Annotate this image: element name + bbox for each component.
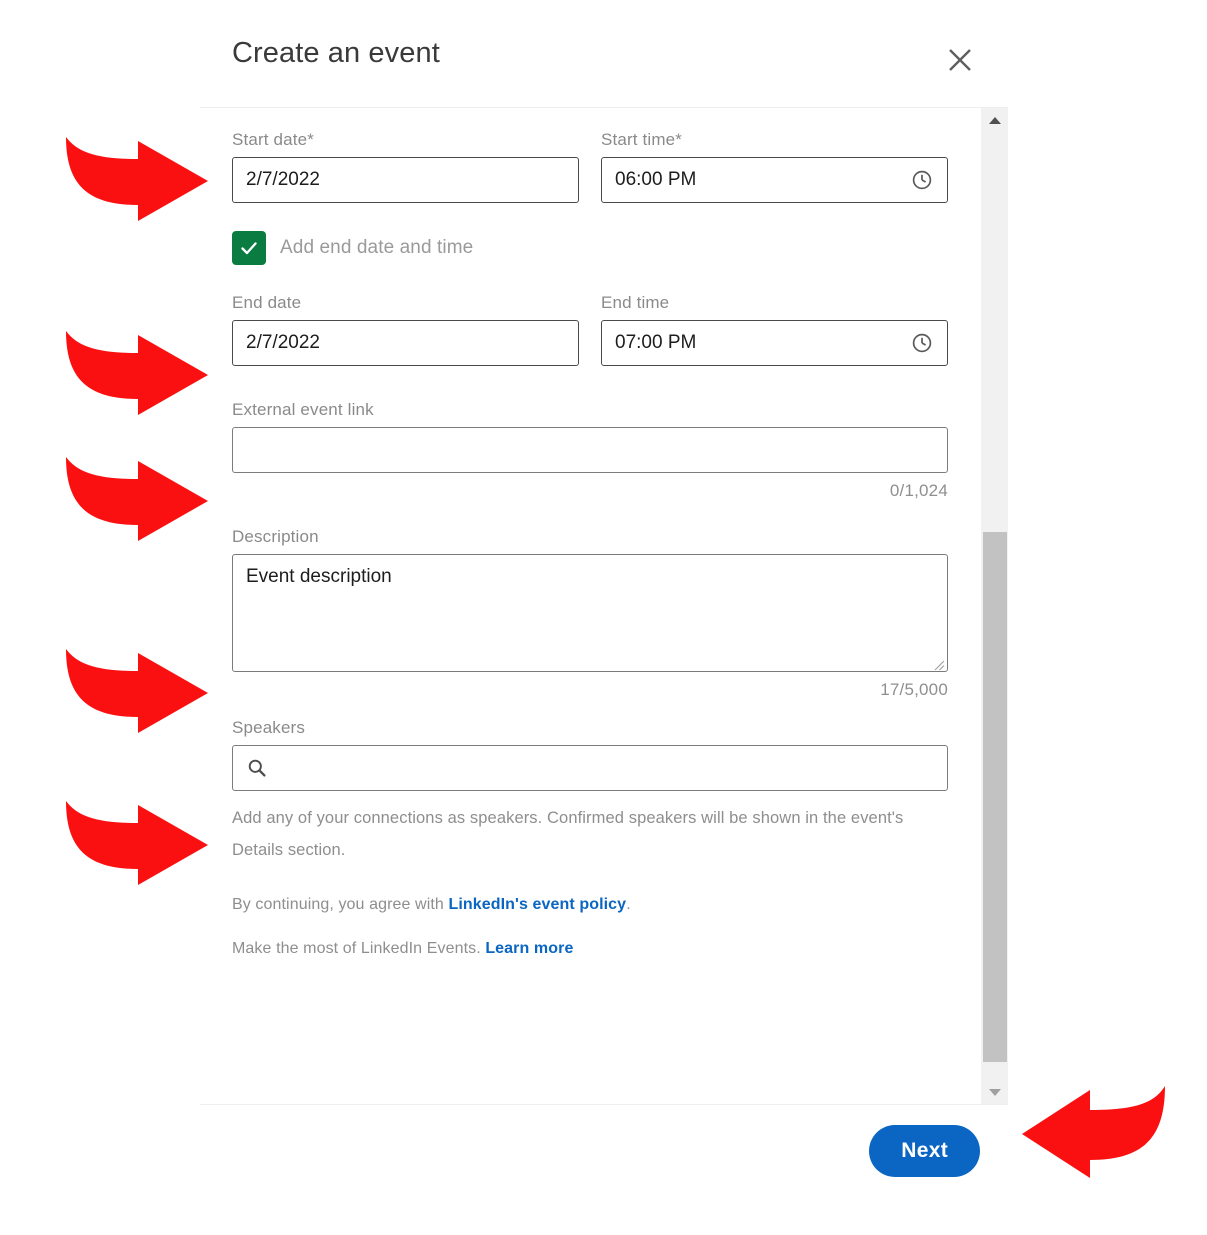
description-counter: 17/5,000 <box>880 680 948 699</box>
description-label: Description <box>232 527 319 546</box>
start-date-label-text: Start date <box>232 130 308 149</box>
description-textarea[interactable]: Event description <box>232 554 948 672</box>
learn-more-prefix: Make the most of LinkedIn Events. <box>232 940 486 958</box>
external-link-input[interactable] <box>232 427 948 473</box>
start-time-value: 06:00 PM <box>615 169 697 190</box>
external-link-counter: 0/1,024 <box>889 481 948 500</box>
close-button[interactable] <box>942 42 978 78</box>
screenshot-root: Create an event Start date* 2/7/2022 Sta… <box>0 0 1207 1235</box>
search-icon <box>247 758 267 778</box>
triangle-down-icon <box>989 1088 1001 1096</box>
modal-scrollbar[interactable] <box>980 108 1008 1104</box>
checkbox-checked[interactable] <box>232 231 266 265</box>
arrow-start-date <box>58 133 213 225</box>
required-asterisk: * <box>307 130 314 149</box>
learn-more-text: Make the most of LinkedIn Events. Learn … <box>232 940 948 958</box>
start-datetime-row: Start date* 2/7/2022 Start time* 06:00 P… <box>232 130 948 203</box>
external-link-field: External event link 0/1,024 <box>232 400 948 501</box>
event-policy-text: By continuing, you agree with LinkedIn's… <box>232 896 948 914</box>
next-button[interactable]: Next <box>869 1124 980 1177</box>
learn-more-link[interactable]: Learn more <box>485 940 573 957</box>
triangle-up-icon <box>989 116 1001 124</box>
scroll-down-arrow-icon[interactable] <box>981 1080 1009 1104</box>
modal-header: Create an event <box>200 0 1008 108</box>
start-time-field: Start time* 06:00 PM <box>601 130 948 203</box>
event-policy-link[interactable]: LinkedIn's event policy <box>448 896 626 913</box>
end-datetime-row: End date 2/7/2022 End time 07:00 PM <box>232 293 948 366</box>
create-event-modal: Create an event Start date* 2/7/2022 Sta… <box>200 0 1008 1196</box>
add-end-date-label: Add end date and time <box>280 237 474 258</box>
required-asterisk: * <box>675 130 683 149</box>
arrow-end-date <box>58 327 213 419</box>
end-time-field: End time 07:00 PM <box>601 293 948 366</box>
scrollbar-thumb[interactable] <box>983 532 1007 1062</box>
end-date-value: 2/7/2022 <box>246 332 320 353</box>
end-time-label: End time <box>601 293 670 312</box>
end-date-label: End date <box>232 293 302 312</box>
resize-grip-icon[interactable] <box>931 655 945 671</box>
start-date-input[interactable]: 2/7/2022 <box>232 157 579 203</box>
start-time-label-text: Start time <box>601 130 676 149</box>
end-time-value: 07:00 PM <box>615 332 697 353</box>
modal-footer: Next <box>200 1104 1008 1196</box>
scroll-up-arrow-icon[interactable] <box>981 108 1009 132</box>
check-icon <box>241 242 257 255</box>
start-date-field: Start date* 2/7/2022 <box>232 130 579 203</box>
event-policy-prefix: By continuing, you agree with <box>232 896 449 914</box>
arrow-external-link <box>58 453 213 545</box>
start-date-label: Start date* <box>232 130 579 150</box>
modal-body: Start date* 2/7/2022 Start time* 06:00 P… <box>200 108 980 1104</box>
external-link-label: External event link <box>232 400 374 419</box>
end-date-field: End date 2/7/2022 <box>232 293 579 366</box>
end-time-input[interactable]: 07:00 PM <box>601 320 948 366</box>
description-value: Event description <box>246 566 392 587</box>
speakers-helper-text: Add any of your connections as speakers.… <box>232 809 904 860</box>
speakers-label: Speakers <box>232 718 306 737</box>
start-time-input[interactable]: 06:00 PM <box>601 157 948 203</box>
end-date-input[interactable]: 2/7/2022 <box>232 320 579 366</box>
clock-icon[interactable] <box>911 169 933 191</box>
modal-body-wrap: Start date* 2/7/2022 Start time* 06:00 P… <box>200 108 1008 1104</box>
add-end-date-checkbox-row[interactable]: Add end date and time <box>232 231 473 265</box>
page-title: Create an event <box>232 37 440 69</box>
clock-icon[interactable] <box>911 332 933 354</box>
arrow-speakers <box>58 797 213 889</box>
arrow-next-button <box>1018 1082 1173 1182</box>
description-field: Description Event description 17/5,000 <box>232 527 948 700</box>
speakers-search-input[interactable] <box>232 745 948 791</box>
event-policy-suffix: . <box>626 896 631 914</box>
start-time-label: Start time* <box>601 130 948 150</box>
start-date-value: 2/7/2022 <box>246 169 320 190</box>
arrow-description <box>58 645 213 737</box>
close-icon <box>945 45 975 75</box>
speakers-field: Speakers Add any of your connections as … <box>232 718 948 866</box>
